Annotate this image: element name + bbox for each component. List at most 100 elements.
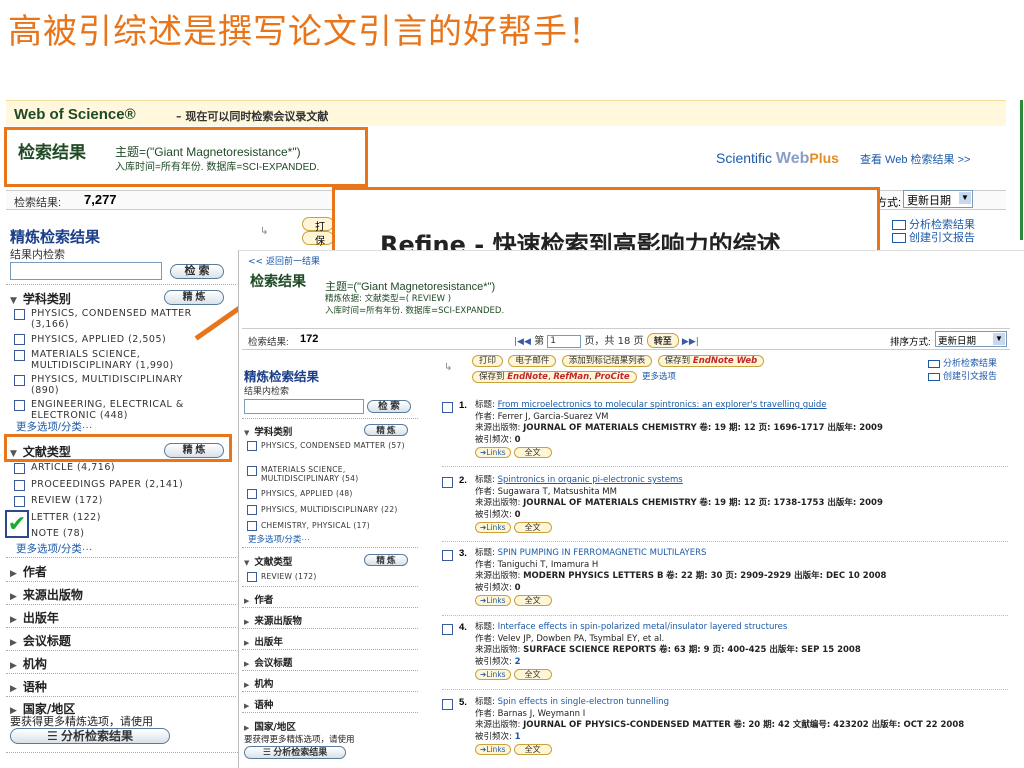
back-within-input[interactable] <box>10 262 162 280</box>
links-button[interactable]: ➔Links <box>475 595 511 606</box>
wos-brand[interactable]: Web of Science® <box>14 106 136 123</box>
record-checkbox[interactable] <box>442 624 453 635</box>
front-section-conference[interactable]: ▶ 会议标题 <box>244 655 292 669</box>
record-title-link[interactable]: SPIN PUMPING IN FERROMAGNETIC MULTILAYER… <box>498 548 707 558</box>
go-button[interactable]: 转至 <box>646 333 679 348</box>
front-back-link[interactable]: << 返回前一结果 <box>248 254 320 267</box>
save-to-reference-managers-button[interactable]: 保存到 EndNote, RefMan, ProCite <box>472 371 637 383</box>
back-save-button[interactable]: 保存 <box>302 231 334 262</box>
record-checkbox[interactable] <box>442 402 453 413</box>
record-title-link[interactable]: Interface effects in spin-polarized meta… <box>498 622 788 632</box>
record-authors: Sugawara T, Matsushita MM <box>497 486 617 497</box>
front-section-language[interactable]: ▶ 语种 <box>244 697 273 711</box>
back-within-search-button[interactable]: 检 索 <box>170 264 224 279</box>
webplus-logo[interactable]: Scientific WebPlus <box>716 150 839 168</box>
subject-checkbox[interactable] <box>14 375 25 386</box>
subject-checkbox[interactable] <box>14 309 25 320</box>
record-title-link[interactable]: Spintronics in organic pi-electronic sys… <box>498 475 683 485</box>
fulltext-button[interactable]: 全文 <box>513 595 552 606</box>
record-cited-count[interactable]: 1 <box>515 732 521 742</box>
triangle-right-icon: ▶ <box>244 681 250 689</box>
front-section-author[interactable]: ▶ 作者 <box>244 592 273 606</box>
front-section-source[interactable]: ▶ 来源出版物 <box>244 613 302 627</box>
links-button[interactable]: ➔Links <box>475 522 511 533</box>
front-cite-report-link[interactable]: 创建引文报告 <box>928 369 997 382</box>
front-subject-checkbox[interactable] <box>247 521 257 531</box>
record-checkbox[interactable] <box>442 550 453 561</box>
subject-checkbox[interactable] <box>14 334 25 345</box>
links-button[interactable]: ➔Links <box>475 669 511 680</box>
back-more-subjects-link[interactable]: 更多选项/分类··· <box>16 419 92 434</box>
subject-option: PHYSICS, MULTIDISCIPLINARY (890) <box>31 374 183 396</box>
front-doctype-refine-button[interactable]: 精 炼 <box>364 554 408 566</box>
section-label: 国家/地区 <box>254 722 296 733</box>
webplus-link[interactable]: 查看 Web 检索结果 >> <box>860 151 970 167</box>
subject-checkbox[interactable] <box>14 400 25 411</box>
doctype-checkbox[interactable] <box>14 463 25 474</box>
front-subject-heading[interactable]: ▼ 学科类别 <box>244 424 292 438</box>
front-subject-option: PHYSICS, CONDENSED MATTER (57) <box>261 441 405 450</box>
back-section-organization[interactable]: ▶ 机构 <box>10 655 47 672</box>
front-within-input[interactable] <box>244 399 364 414</box>
back-sort-select[interactable]: 更新日期 ▼ <box>903 190 973 208</box>
links-button[interactable]: ➔Links <box>475 447 511 458</box>
back-analyze-button[interactable]: ☰ 分析检索结果 <box>10 728 170 744</box>
front-section-country[interactable]: ▶ 国家/地区 <box>244 719 296 733</box>
fulltext-button[interactable]: 全文 <box>513 447 552 458</box>
front-subject-checkbox[interactable] <box>247 489 257 499</box>
front-doctype-checkbox[interactable] <box>247 572 257 582</box>
front-doctype-heading[interactable]: ▼ 文献类型 <box>244 554 292 568</box>
record-source: JOURNAL OF MATERIALS CHEMISTRY <box>523 423 697 433</box>
fulltext-button[interactable]: 全文 <box>513 669 552 680</box>
back-section-language[interactable]: ▶ 语种 <box>10 678 47 695</box>
record-checkbox[interactable] <box>442 477 453 488</box>
doctype-checkbox[interactable] <box>14 480 25 491</box>
page-input[interactable]: 1 <box>547 334 582 348</box>
divider <box>6 627 236 628</box>
back-more-doctypes-link[interactable]: 更多选项/分类··· <box>16 541 92 556</box>
back-section-year[interactable]: ▶ 出版年 <box>10 609 59 626</box>
front-sort-select[interactable]: 更新日期 ▼ <box>935 331 1007 347</box>
subject-checkbox[interactable] <box>14 350 25 361</box>
cited-label: 被引频次: <box>475 582 512 593</box>
front-within-search-button[interactable]: 检 索 <box>367 400 411 413</box>
front-subject-refine-button[interactable]: 精 炼 <box>364 424 408 436</box>
doctype-option: ARTICLE (4,716) <box>31 462 116 473</box>
record-checkbox[interactable] <box>442 699 453 710</box>
links-button[interactable]: ➔Links <box>475 744 511 755</box>
author-label: 作者: <box>475 559 495 570</box>
back-section-author[interactable]: ▶ 作者 <box>10 563 47 580</box>
back-cite-report-link[interactable]: 创建引文报告 <box>892 229 975 245</box>
front-sidebar-title: 精炼检索结果 <box>244 369 320 384</box>
front-section-organization[interactable]: ▶ 机构 <box>244 676 273 690</box>
record-title-link[interactable]: From microelectronics to molecular spint… <box>498 400 827 410</box>
fulltext-button[interactable]: 全文 <box>513 522 552 533</box>
edge-divider <box>1020 100 1023 240</box>
add-marked-list-button[interactable]: 添加到标记结果列表 <box>561 355 653 367</box>
front-subject-checkbox[interactable] <box>247 505 257 515</box>
front-more-link[interactable]: 更多选项/分类··· <box>248 533 310 545</box>
front-subject-checkbox[interactable] <box>247 466 257 476</box>
next-last-page-icon[interactable]: ▶▶| <box>682 337 699 347</box>
more-options-link[interactable]: 更多选项 <box>642 371 676 381</box>
first-prev-page-icon[interactable]: |◀◀ <box>514 337 531 347</box>
front-section-year[interactable]: ▶ 出版年 <box>244 634 283 648</box>
front-subject-checkbox[interactable] <box>247 441 257 451</box>
save-endnote-web-button[interactable]: 保存到 EndNote Web <box>657 355 765 367</box>
front-subject-option: PHYSICS, APPLIED (48) <box>261 489 353 498</box>
fulltext-button[interactable]: 全文 <box>513 744 552 755</box>
front-within-label: 结果内检索 <box>244 386 290 396</box>
back-section-source[interactable]: ▶ 来源出版物 <box>10 586 83 603</box>
back-subject-heading[interactable]: ▼ 学科类别 <box>10 290 71 307</box>
email-button[interactable]: 电子邮件 <box>508 355 557 367</box>
print-button[interactable]: 打印 <box>472 355 504 367</box>
record-cited-count[interactable]: 2 <box>515 657 521 667</box>
front-analyze-button[interactable]: ☰ 分析检索结果 <box>244 746 346 759</box>
front-analyze-link[interactable]: 分析检索结果 <box>928 356 997 369</box>
record-title-link[interactable]: Spin effects in single-electron tunnelli… <box>498 697 669 707</box>
record-number: 5. <box>459 697 467 708</box>
doctype-checkbox[interactable] <box>14 496 25 507</box>
back-print-button[interactable]: 打印 <box>302 217 334 248</box>
back-subject-refine-button[interactable]: 精 炼 <box>164 290 224 305</box>
back-section-conference[interactable]: ▶ 会议标题 <box>10 632 71 649</box>
